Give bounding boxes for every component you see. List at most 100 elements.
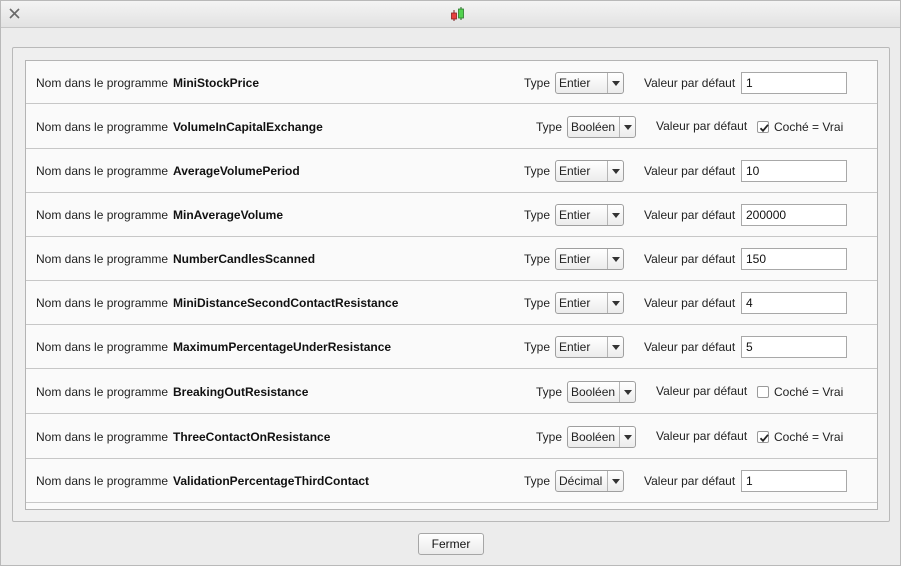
close-button[interactable]: Fermer [418, 533, 484, 555]
type-select-value: Entier [559, 296, 591, 310]
type-label: Type [524, 296, 551, 310]
name-prefix-label: Nom dans le programme [36, 252, 169, 266]
type-select[interactable]: Entier [555, 160, 624, 182]
name-prefix-label: Nom dans le programme [36, 474, 169, 488]
parameter-row: Nom dans le programme MinAverageVolume Typ… [26, 193, 877, 237]
type-select-value: Entier [559, 252, 591, 266]
type-label: Type [524, 208, 551, 222]
chevron-down-icon [607, 249, 623, 269]
type-label: Type [536, 430, 563, 444]
type-label: Type [524, 474, 551, 488]
type-select[interactable]: Booléen [567, 116, 636, 138]
parameter-name: ThreeContactOnResistance [173, 430, 331, 444]
chevron-down-icon [607, 205, 623, 225]
type-select-value: Entier [559, 164, 591, 178]
default-value-label: Valeur par défaut [644, 76, 736, 90]
checkmark-icon [759, 124, 769, 133]
default-value-label: Valeur par défaut [656, 119, 748, 133]
checkbox-label: Coché = Vrai [774, 385, 844, 399]
default-value-label: Valeur par défaut [644, 340, 736, 354]
type-select[interactable]: Booléen [567, 381, 636, 403]
type-label: Type [524, 76, 551, 90]
default-value-input[interactable]: 150 [741, 248, 847, 270]
name-prefix-label: Nom dans le programme [36, 164, 169, 178]
default-value-input[interactable]: 1 [741, 72, 847, 94]
type-label: Type [524, 252, 551, 266]
name-prefix-label: Nom dans le programme [36, 296, 169, 310]
parameter-row: Nom dans le programme VolumeInCapitalExch… [26, 104, 877, 149]
type-select[interactable]: Entier [555, 72, 624, 94]
parameter-row: Nom dans le programme BreakingOutResistan… [26, 369, 877, 414]
checkmark-icon [759, 434, 769, 443]
chevron-down-icon [607, 471, 623, 491]
name-prefix-label: Nom dans le programme [36, 76, 169, 90]
default-value-input[interactable]: 200000 [741, 204, 847, 226]
chevron-down-icon [619, 427, 635, 447]
type-select-value: Entier [559, 340, 591, 354]
candlestick-chart-icon [449, 7, 467, 23]
parameter-name: NumberCandlesScanned [173, 252, 316, 266]
chevron-down-icon [607, 293, 623, 313]
type-select-value: Booléen [571, 385, 616, 399]
type-select[interactable]: Entier [555, 336, 624, 358]
checked-checkbox[interactable] [757, 431, 769, 443]
default-value-label: Valeur par défaut [656, 429, 748, 443]
default-value-label: Valeur par défaut [644, 296, 736, 310]
type-label: Type [536, 385, 563, 399]
parameter-row: Nom dans le programme NumberCandlesScanne… [26, 237, 877, 281]
name-prefix-label: Nom dans le programme [36, 385, 169, 399]
name-prefix-label: Nom dans le programme [36, 208, 169, 222]
default-value-input[interactable]: 1 [741, 470, 847, 492]
unchecked-checkbox[interactable] [757, 386, 769, 398]
type-label: Type [536, 120, 563, 134]
checkbox-label: Coché = Vrai [774, 430, 844, 444]
checked-checkbox[interactable] [757, 121, 769, 133]
default-value-label: Valeur par défaut [644, 208, 736, 222]
parameter-name: AverageVolumePeriod [173, 164, 300, 178]
chevron-down-icon [619, 382, 635, 402]
parameter-list[interactable]: Nom dans le programme MiniStockPrice Type E… [25, 60, 878, 510]
name-prefix-label: Nom dans le programme [36, 340, 169, 354]
parameter-name: ValidationPercentageThirdContact [173, 474, 370, 488]
type-label: Type [524, 164, 551, 178]
type-select[interactable]: Booléen [567, 426, 636, 448]
close-icon[interactable] [8, 7, 21, 20]
parameter-row: Nom dans le programme MiniStockPrice Type E… [26, 61, 877, 104]
type-select[interactable]: Entier [555, 248, 624, 270]
default-value-input[interactable]: 4 [741, 292, 847, 314]
default-value-input[interactable]: 10 [741, 160, 847, 182]
parameter-name: MaximumPercentageUnderResistance [173, 340, 392, 354]
type-select-value: Entier [559, 208, 591, 222]
parameter-row: Nom dans le programme MiniDistanceSecondC… [26, 281, 877, 325]
parameter-row: Nom dans le programme MaximumPercentageUn… [26, 325, 877, 369]
parameter-row: Nom dans le programme ThreeContactOnResis… [26, 414, 877, 459]
parameters-dialog: Nom dans le programme MiniStockPrice Type E… [0, 0, 901, 566]
parameter-name: MiniStockPrice [173, 76, 260, 90]
type-select-value: Booléen [571, 120, 616, 134]
checkbox-label: Coché = Vrai [774, 120, 844, 134]
name-prefix-label: Nom dans le programme [36, 430, 169, 444]
type-select-value: Décimal [559, 474, 603, 488]
chevron-down-icon [607, 73, 623, 93]
parameter-row: Nom dans le programme AverageVolumePeriod… [26, 149, 877, 193]
type-select-value: Entier [559, 76, 591, 90]
type-select[interactable]: Décimal [555, 470, 624, 492]
name-prefix-label: Nom dans le programme [36, 120, 169, 134]
type-select[interactable]: Entier [555, 204, 624, 226]
parameter-name: MinAverageVolume [173, 208, 284, 222]
default-value-label: Valeur par défaut [644, 252, 736, 266]
chevron-down-icon [619, 117, 635, 137]
parameter-row: Nom dans le programme ValidationPercentag… [26, 459, 877, 503]
chevron-down-icon [607, 161, 623, 181]
default-value-input[interactable]: 5 [741, 336, 847, 358]
title-bar [1, 1, 900, 28]
parameter-name: MiniDistanceSecondContactResistance [173, 296, 399, 310]
chevron-down-icon [607, 337, 623, 357]
default-value-label: Valeur par défaut [644, 474, 736, 488]
type-select-value: Booléen [571, 430, 616, 444]
parameter-name: BreakingOutResistance [173, 385, 309, 399]
type-select[interactable]: Entier [555, 292, 624, 314]
default-value-label: Valeur par défaut [644, 164, 736, 178]
parameter-name: VolumeInCapitalExchange [173, 120, 323, 134]
default-value-label: Valeur par défaut [656, 384, 748, 398]
